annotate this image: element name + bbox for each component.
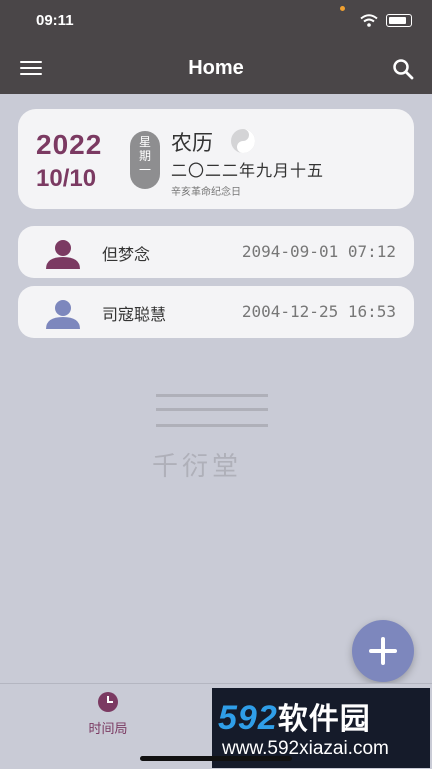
lunar-date: 二〇二二年九月十五 [171, 161, 325, 180]
battery-icon [386, 14, 412, 27]
tab-label: 时间局 [88, 722, 128, 737]
date-month-day: 10/10 [36, 165, 97, 192]
navigation-bar: Home [0, 44, 432, 94]
contact-name: 司寇聪慧 [102, 305, 167, 324]
watermark-text: 千衍堂 [152, 452, 243, 482]
status-time: 09:11 [36, 12, 74, 29]
weekday-badge: 星 期 一 [130, 131, 160, 189]
date-card: 2022 10/10 星 期 一 农历 二〇二二年九月十五 辛亥革命纪念日 [18, 109, 414, 209]
weekday-char: 一 [138, 163, 151, 177]
search-icon[interactable] [392, 58, 414, 80]
contact-datetime: 2004-12-25 16:53 [241, 302, 396, 321]
add-button[interactable] [352, 620, 414, 682]
contact-name: 但梦念 [102, 245, 151, 264]
brand-watermark: 千衍堂 [152, 388, 272, 488]
person-avatar-icon [46, 300, 80, 329]
weekday-char: 期 [138, 149, 151, 163]
status-icons [360, 14, 412, 27]
list-item[interactable]: 但梦念 2094-09-01 07:12 [18, 226, 414, 278]
clock-icon [98, 692, 118, 712]
privacy-indicator-dot [340, 6, 345, 11]
list-item[interactable]: 司寇聪慧 2004-12-25 16:53 [18, 286, 414, 338]
tab-time-bureau[interactable]: 时间局 [48, 692, 168, 737]
festival-label: 辛亥革命纪念日 [171, 187, 241, 198]
home-indicator[interactable] [140, 756, 292, 761]
lunar-label: 农历 [171, 131, 213, 155]
status-bar: 09:11 [0, 0, 432, 44]
page-title: Home [188, 57, 244, 79]
date-year: 2022 [36, 129, 103, 160]
contact-datetime: 2094-09-01 07:12 [241, 242, 396, 261]
person-avatar-icon [46, 240, 80, 269]
yin-yang-icon [231, 129, 255, 153]
weekday-char: 星 [138, 135, 151, 149]
wifi-icon [360, 14, 378, 27]
overlay-logo-text: 592软件园 [218, 699, 371, 737]
